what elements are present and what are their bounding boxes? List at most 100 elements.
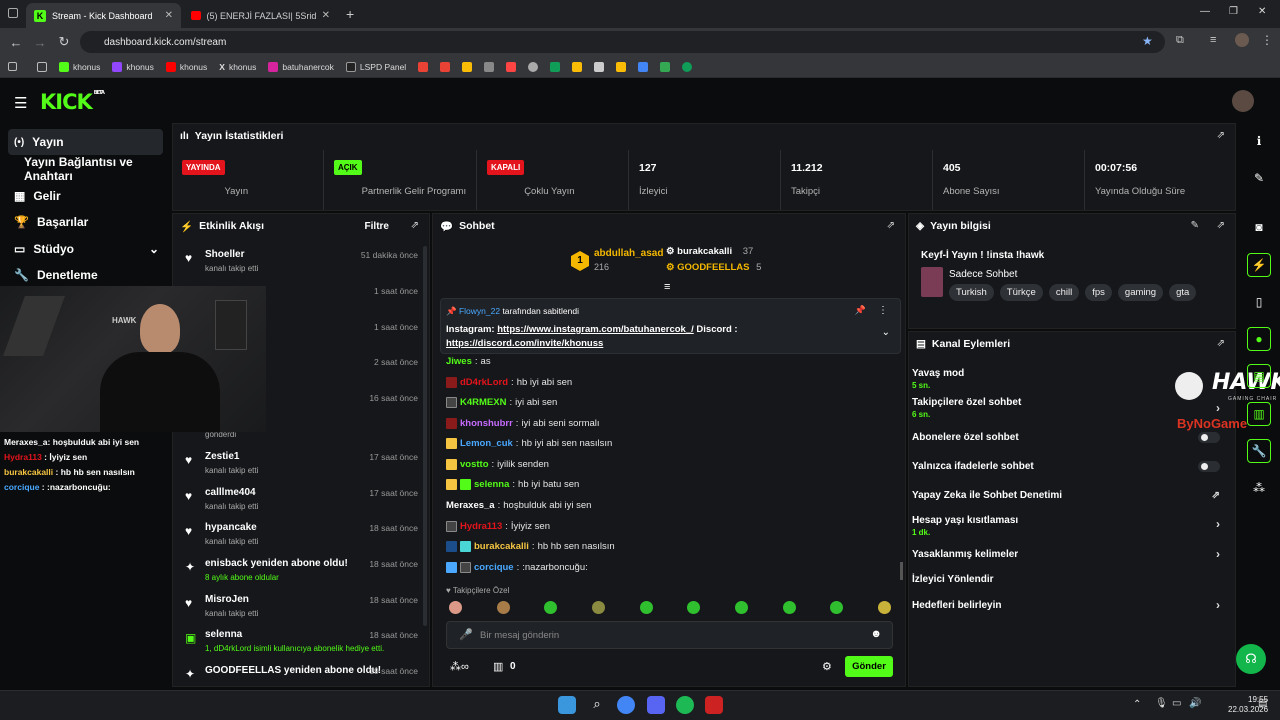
tab-kick-dashboard[interactable]: K Stream - Kick Dashboard ✕	[26, 3, 181, 28]
bolt-icon[interactable]: ⚡	[1247, 253, 1271, 277]
windows-start-icon[interactable]	[558, 696, 576, 714]
emote-icon[interactable]	[783, 601, 796, 614]
chat-user[interactable]: burakcakalli	[474, 541, 529, 552]
spotify-icon[interactable]	[676, 696, 694, 714]
action-raid[interactable]: İzleyici Yönlendir	[912, 574, 1230, 585]
popout-icon[interactable]: ⇗	[411, 220, 419, 231]
store-icon[interactable]: ▥	[493, 660, 503, 673]
chat-user[interactable]: corcique	[474, 562, 514, 573]
bookmark-icon[interactable]	[594, 61, 605, 72]
emote-icon[interactable]	[497, 601, 510, 614]
document-icon[interactable]: ▯	[1247, 290, 1271, 314]
chat-input[interactable]: 🎤 Bir mesaj gönderin ☻	[446, 621, 893, 649]
maximize-button[interactable]: ❐	[1229, 6, 1238, 17]
sidebar-item-studyo[interactable]: ▭ Stüdyo ⌄	[8, 236, 163, 262]
category-thumbnail[interactable]	[921, 267, 943, 297]
chat-user[interactable]: Hydra113	[460, 521, 502, 532]
send-button[interactable]: Gönder	[845, 656, 893, 677]
unpin-icon[interactable]: 📌	[855, 305, 866, 316]
emote-icon[interactable]	[592, 601, 605, 614]
forward-icon[interactable]: →	[28, 35, 52, 50]
leader-entry[interactable]: ⚙ GOODFEELLAS 5	[666, 262, 761, 273]
apps-icon[interactable]	[8, 62, 17, 71]
url-input[interactable]: dashboard.kick.com/stream	[80, 31, 1165, 53]
bookmark-star-icon[interactable]: ★	[1142, 34, 1153, 48]
emote-icon[interactable]	[640, 601, 653, 614]
edit-icon[interactable]: ✎	[1191, 220, 1199, 231]
action-ai-moderation[interactable]: Yapay Zeka ile Sohbet Denetimi ⇗	[912, 490, 1230, 501]
sheets-icon[interactable]	[550, 61, 561, 72]
slides-icon[interactable]	[572, 61, 583, 72]
scrollbar[interactable]	[423, 246, 427, 626]
emote-icon[interactable]	[878, 601, 891, 614]
close-icon[interactable]: ✕	[322, 10, 330, 21]
tag[interactable]: fps	[1085, 284, 1112, 301]
bookmark-twitch[interactable]: khonus	[112, 61, 154, 72]
leader-name[interactable]: abdullah_asad	[594, 248, 663, 259]
bookmark-icon[interactable]	[660, 61, 671, 72]
emote-icon[interactable]	[544, 601, 557, 614]
discord-icon[interactable]	[647, 696, 665, 714]
support-headset-icon[interactable]: ☊	[1236, 644, 1266, 674]
kick-logo[interactable]: KICK BETA	[40, 90, 105, 114]
mic-tray-icon[interactable]: 🎙	[1155, 698, 1168, 709]
reload-icon[interactable]: ↻	[52, 34, 76, 50]
notification-icon[interactable]: ▤	[1258, 698, 1267, 709]
tag[interactable]: Turkish	[949, 284, 994, 301]
docs-icon[interactable]	[462, 61, 473, 72]
tab-youtube[interactable]: (5) ENERJİ FAZLASI| 5Sriders | M ✕	[183, 3, 338, 28]
action-subscribers-only[interactable]: Abonelere özel sohbet	[912, 432, 1230, 443]
media-icon[interactable]: ≡	[1210, 34, 1216, 46]
chrome-icon[interactable]	[617, 696, 635, 714]
pinned-user[interactable]: Flowyn_22	[459, 306, 500, 316]
emote-icon[interactable]	[830, 601, 843, 614]
more-options-icon[interactable]: ⋮	[878, 305, 888, 316]
chat-user[interactable]: khonshubrr	[460, 418, 513, 429]
tag[interactable]: gta	[1169, 284, 1197, 301]
menu-icon[interactable]: ⋮	[1261, 33, 1273, 47]
chat-icon[interactable]: ●	[1247, 327, 1271, 351]
profile-avatar[interactable]	[1235, 33, 1249, 47]
close-window-button[interactable]: ✕	[1258, 6, 1266, 17]
bookmark-icon[interactable]	[506, 61, 517, 72]
action-emote-only[interactable]: Yalnızca ifadelerle sohbet	[912, 461, 1230, 472]
bookmark-kick[interactable]: khonus	[59, 61, 100, 72]
scrollbar[interactable]	[900, 562, 903, 580]
volume-icon[interactable]: 🔊	[1189, 698, 1201, 709]
keep-icon[interactable]	[616, 61, 627, 72]
wrench-icon[interactable]: 🔧	[1247, 439, 1271, 463]
user-avatar[interactable]	[1232, 90, 1254, 112]
drive-icon[interactable]	[638, 61, 649, 72]
points-icon[interactable]: ⁂∞	[450, 660, 469, 673]
chat-user[interactable]: K4RMEXN	[460, 397, 506, 408]
camera-icon[interactable]: ◙	[1247, 215, 1271, 239]
sidebar-item-yayin[interactable]: (•) Yayın	[8, 129, 163, 155]
pin-collapse-icon[interactable]: ≡	[664, 281, 670, 293]
network-icon[interactable]: ▭	[1172, 698, 1181, 709]
minimize-button[interactable]: —	[1200, 6, 1210, 17]
edit-icon[interactable]: ✎	[1247, 166, 1271, 190]
gmail-icon[interactable]	[440, 61, 451, 72]
chat-user[interactable]: Jiwes	[446, 356, 472, 367]
chat-user[interactable]: vostto	[460, 459, 489, 470]
search-icon[interactable]: ⌕	[588, 696, 606, 714]
popout-icon[interactable]: ⇗	[1217, 220, 1225, 231]
chat-user[interactable]: dD4rkLord	[460, 377, 508, 388]
action-goals[interactable]: Hedefleri belirleyin ›	[912, 598, 1230, 612]
mic-icon[interactable]: 🎤	[459, 628, 473, 641]
tag[interactable]: gaming	[1117, 284, 1164, 301]
bookmark-lspd[interactable]: LSPD Panel	[345, 61, 406, 72]
tab-search-icon[interactable]	[8, 8, 18, 18]
emote-icon[interactable]	[687, 601, 700, 614]
toggle-switch[interactable]	[1198, 461, 1220, 472]
discord-link[interactable]: https://discord.com/invite/khonuss	[446, 338, 603, 349]
bookmark-youtube[interactable]: khonus	[165, 61, 207, 72]
instagram-link[interactable]: https://www.instagram.com/batuhanercok_/	[497, 324, 694, 335]
tag[interactable]: chill	[1048, 284, 1080, 301]
back-icon[interactable]: ←	[4, 35, 28, 50]
toggle-switch[interactable]	[1198, 432, 1220, 443]
hamburger-menu-icon[interactable]: ☰	[14, 94, 27, 112]
points-icon[interactable]: ⁂	[1247, 476, 1271, 500]
emote-icon[interactable]	[735, 601, 748, 614]
chat-user[interactable]: selenna	[474, 479, 509, 490]
